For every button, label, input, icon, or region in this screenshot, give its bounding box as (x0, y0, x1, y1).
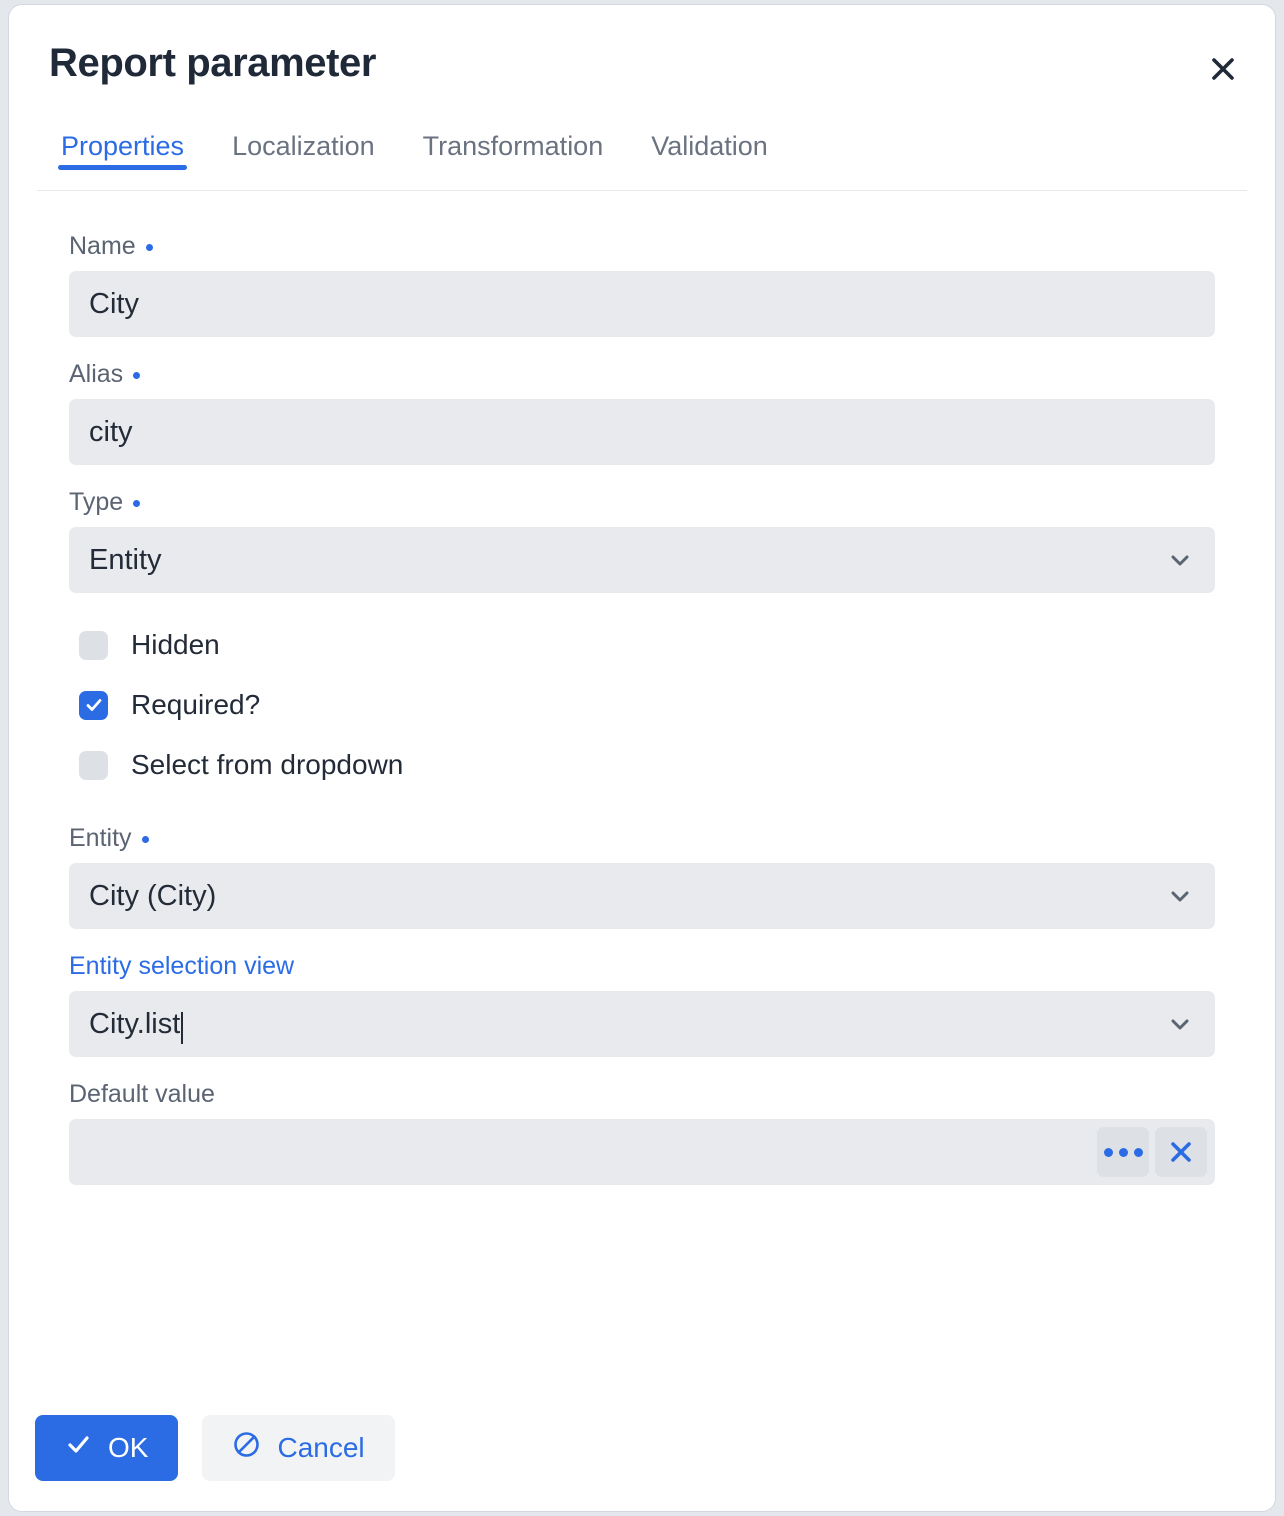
checkbox-select-from-dropdown-label: Select from dropdown (131, 749, 404, 780)
alias-label-text: Alias (69, 360, 124, 388)
checkbox-required[interactable]: Required? (79, 675, 1215, 735)
tab-bar: Properties Localization Transformation V… (37, 129, 1247, 191)
field-alias: Alias city (69, 359, 1215, 465)
type-label-text: Type (69, 488, 124, 516)
cancel-button-label: Cancel (277, 1432, 365, 1463)
checkbox-box (79, 750, 108, 780)
name-input-value: City (89, 288, 139, 320)
close-icon[interactable] (1203, 49, 1243, 89)
ok-button-label: OK (108, 1432, 149, 1463)
entity-label-text: Entity (69, 824, 132, 852)
field-name: Name City (69, 231, 1215, 337)
required-dot-icon (133, 499, 141, 507)
tab-properties[interactable]: Properties (37, 129, 208, 170)
required-dot-icon (133, 371, 141, 379)
checkbox-select-from-dropdown[interactable]: Select from dropdown (79, 735, 1215, 795)
tab-validation[interactable]: Validation (627, 129, 792, 163)
chevron-down-icon (1167, 547, 1193, 573)
text-caret (181, 1012, 184, 1044)
checkbox-box (79, 690, 108, 720)
entity-select-value: City (City) (89, 880, 217, 912)
entity-selection-view-value: City.list (89, 1008, 181, 1040)
entity-selection-view-select[interactable]: City.list (69, 991, 1215, 1057)
page-title: Report parameter (49, 41, 377, 85)
checkbox-hidden-label: Hidden (131, 629, 220, 660)
tab-localization[interactable]: Localization (208, 129, 399, 163)
check-icon (65, 1431, 92, 1465)
field-entity: Entity City (City) (69, 823, 1215, 929)
default-value-label: Default value (69, 1079, 1215, 1109)
clear-close-icon[interactable] (1155, 1127, 1207, 1177)
block-icon (232, 1430, 261, 1466)
alias-input[interactable]: city (69, 399, 1215, 465)
type-select[interactable]: Entity (69, 527, 1215, 593)
field-default-value: Default value (69, 1079, 1215, 1185)
ellipsis-icon[interactable] (1097, 1127, 1149, 1177)
field-type: Type Entity (69, 487, 1215, 593)
entity-selection-view-label[interactable]: Entity selection view (69, 951, 1215, 981)
default-value-actions (1097, 1127, 1207, 1177)
ellipsis-dots (1103, 1147, 1143, 1157)
checkbox-box (79, 630, 108, 660)
entity-selection-view-label-text: Entity selection view (69, 952, 295, 980)
options-group: Hidden Required? Select from dropdown (79, 615, 1215, 795)
default-value-input[interactable] (69, 1119, 1215, 1185)
alias-input-value: city (89, 416, 133, 448)
dialog-header: Report parameter (9, 5, 1275, 129)
tab-transformation[interactable]: Transformation (399, 129, 628, 163)
cancel-button[interactable]: Cancel (202, 1415, 395, 1481)
entity-label: Entity (69, 823, 1215, 853)
field-entity-selection-view: Entity selection view City.list (69, 951, 1215, 1057)
alias-label: Alias (69, 359, 1215, 389)
name-label: Name (69, 231, 1215, 261)
ok-button[interactable]: OK (35, 1415, 179, 1481)
name-input[interactable]: City (69, 271, 1215, 337)
chevron-down-icon (1167, 1011, 1193, 1037)
name-label-text: Name (69, 232, 136, 260)
properties-panel: Name City Alias city Type Entity Hidden … (9, 191, 1275, 1185)
required-dot-icon (145, 243, 153, 251)
dialog-footer: OK Cancel (9, 1385, 1275, 1511)
type-label: Type (69, 487, 1215, 517)
report-parameter-dialog: Report parameter Properties Localization… (8, 4, 1276, 1512)
entity-select[interactable]: City (City) (69, 863, 1215, 929)
required-dot-icon (141, 835, 149, 843)
checkbox-hidden[interactable]: Hidden (79, 615, 1215, 675)
type-select-value: Entity (89, 544, 162, 576)
checkbox-required-label: Required? (131, 689, 261, 720)
default-value-label-text: Default value (69, 1080, 215, 1108)
chevron-down-icon (1167, 883, 1193, 909)
